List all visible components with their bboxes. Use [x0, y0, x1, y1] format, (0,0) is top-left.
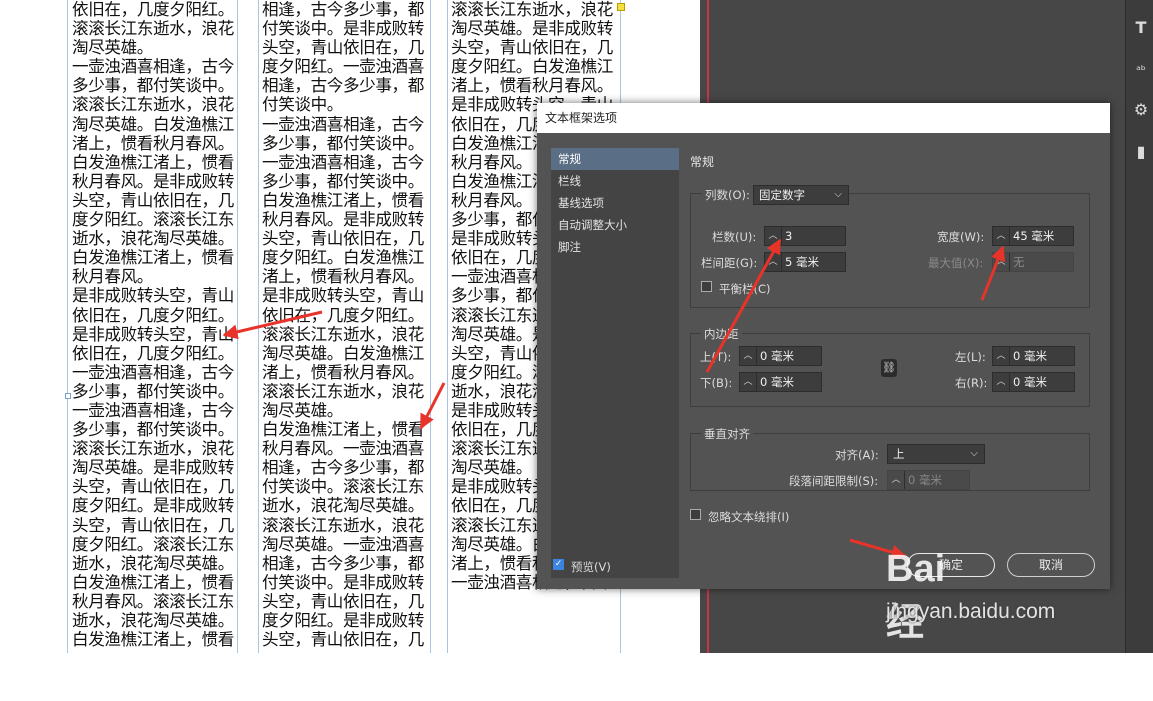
column-width-label: 宽度(W): [937, 230, 985, 244]
preview-checkbox[interactable]: ✓ [553, 559, 564, 570]
paragraph: 相逢，古今多少事，都付笑谈中。是非成败转头空，青山依旧在，几度夕阳红。一壶浊酒喜… [262, 0, 424, 115]
nav-item-footnotes[interactable]: 脚注 [551, 236, 679, 258]
gutter-label: 栏间距(G): [701, 256, 758, 270]
inset-bottom-label: 下(B): [700, 376, 733, 390]
link-icon[interactable]: ⛓ [881, 359, 897, 377]
column-count-field[interactable]: ︿ 3 [764, 226, 846, 246]
inset-top-value: 0 毫米 [760, 349, 794, 363]
frame-port[interactable] [65, 393, 71, 399]
nav-item-baseline[interactable]: 基线选项 [551, 192, 679, 214]
nav-item-autosize[interactable]: 自动调整大小 [551, 214, 679, 236]
bookmark-icon[interactable]: ▮ [1128, 137, 1153, 167]
stepper-icon[interactable]: ︿ [740, 373, 757, 391]
paragraph: 白发渔樵江渚上，惯看秋月春风。一壶浊酒喜相逢，古今多少事，都付笑谈中。滚滚长江东… [262, 420, 424, 516]
column-count-value: 3 [785, 229, 793, 243]
inset-top-field[interactable]: ︿ 0 毫米 [739, 346, 822, 366]
align-label: 对齐(A): [835, 448, 879, 462]
nav-item-general[interactable]: 常规 [551, 148, 679, 170]
ignore-wrap-label: 忽略文本绕排(I) [708, 510, 790, 524]
dialog-title[interactable]: 文本框架选项 [537, 103, 1110, 133]
stepper-icon[interactable]: ︿ [765, 227, 782, 245]
watermark-logo: Bai 经验 [886, 548, 946, 699]
paragraph: 是非成败转头空，青山依旧在，几度夕阳红。 [72, 324, 234, 363]
paragraph-spacing-field: ︿ 0 毫米 [887, 470, 970, 490]
paragraph: 是非成败转头空，青山依旧在，几度夕阳红。 [72, 286, 234, 325]
vertical-justification-label: 垂直对齐 [701, 426, 753, 442]
paragraph: 滚滚长江东逝水，浪花淘尽英雄。一壶浊酒喜相逢，古今多少事，都付笑谈中。是非成败转… [262, 515, 424, 650]
stepper-icon[interactable]: ︿ [993, 373, 1010, 391]
paragraph: 滚滚长江东逝水，浪花淘尽英雄。是非成败转头空，青山依旧在，几度夕阳红。白发渔樵江… [451, 0, 613, 96]
chevron-down-icon: ⌵ [970, 448, 978, 459]
stepper-icon[interactable]: ︿ [740, 347, 757, 365]
align-dropdown[interactable]: 上 ⌵ [887, 444, 985, 464]
columns-type-dropdown[interactable]: 固定数字 ⌵ [753, 185, 849, 205]
inset-right-value: 0 毫米 [1013, 375, 1047, 389]
align-value: 上 [893, 447, 905, 461]
columns-type-value: 固定数字 [759, 188, 805, 202]
inset-left-value: 0 毫米 [1013, 349, 1047, 363]
text-frame-options-dialog: 文本框架选项 常规 栏线 基线选项 自动调整大小 脚注 常规 列数(O): 固定… [537, 103, 1110, 589]
paragraph: 白发渔樵江渚上，惯看秋月春风。是非成败转头空，青山依旧在，几度夕阳红。白发渔樵江… [262, 190, 424, 287]
columns-type-label: 列数(O): [702, 187, 753, 203]
column-width-value: 45 毫米 [1013, 229, 1055, 243]
column-count-label: 栏数(U): [712, 230, 757, 244]
paragraph-spacing-value: 0 毫米 [908, 473, 942, 487]
gear-icon[interactable]: ⚙ [1128, 95, 1153, 125]
ignore-wrap-checkbox[interactable] [690, 509, 701, 520]
section-title: 常规 [690, 155, 715, 169]
text-column-2[interactable]: 相逢，古今多少事，都付笑谈中。是非成败转头空，青山依旧在，几度夕阳红。一壶浊酒喜… [262, 0, 425, 653]
gutter-value: 5 毫米 [785, 255, 819, 269]
nav-item-column-rules[interactable]: 栏线 [551, 170, 679, 192]
paragraph: 一壶浊酒喜相逢，古今多少事，都付笑谈中。 [72, 362, 234, 401]
cancel-button[interactable]: 取消 [1007, 553, 1095, 577]
preview-label: 预览(V) [571, 560, 611, 574]
paragraph: 一壶浊酒喜相逢，古今多少事，都付笑谈中。 [262, 114, 424, 153]
inset-bottom-value: 0 毫米 [760, 375, 794, 389]
inset-right-field[interactable]: ︿ 0 毫米 [992, 372, 1075, 392]
text-wrap-icon[interactable]: ᵃᵇ [1128, 55, 1153, 85]
balance-columns-label: 平衡栏(C) [719, 282, 771, 296]
max-width-field: ︿ 无 [992, 252, 1074, 272]
stepper-icon[interactable]: ︿ [993, 347, 1010, 365]
column-guide [258, 0, 259, 653]
paragraph: 是非成败转头空，青山依旧在，几度夕阳红。 [262, 286, 424, 325]
watermark-url: jingyan.baidu.com [886, 600, 1056, 623]
paragraph-spacing-label: 段落间距限制(S): [789, 474, 879, 488]
balance-columns-checkbox[interactable] [701, 281, 712, 292]
max-width-value: 无 [1013, 255, 1025, 269]
gutter-field[interactable]: ︿ 5 毫米 [764, 252, 846, 272]
column-guide [430, 0, 431, 653]
dialog-nav: 常规 栏线 基线选项 自动调整大小 脚注 [551, 148, 679, 578]
paragraph: 白发渔樵江渚上，惯看秋月春风。是非成败转头空，青山依旧在，几度夕阳红。滚滚长江东… [72, 152, 234, 287]
max-width-label: 最大值(X): [928, 256, 984, 270]
column-width-field[interactable]: ︿ 45 毫米 [992, 226, 1074, 246]
stepper-icon: ︿ [888, 471, 905, 489]
paragraph: 滚滚长江东逝水，浪花淘尽英雄。白发渔樵江渚上，惯看秋月春风。 [72, 95, 234, 153]
inset-top-label: 上(T): [700, 350, 732, 364]
text-column-1[interactable]: 依旧在，几度夕阳红。 滚滚长江东逝水，浪花淘尽英雄。 一壶浊酒喜相逢，古今多少事，都… [72, 0, 235, 653]
paragraph: 滚滚长江东逝水，浪花淘尽英雄。 [262, 381, 424, 420]
column-guide [67, 0, 68, 653]
stepper-icon[interactable]: ︿ [993, 227, 1010, 245]
paragraph: 一壶浊酒喜相逢，古今多少事，都付笑谈中。 [72, 57, 234, 96]
inset-left-label: 左(L): [955, 350, 986, 364]
paragraph: 一壶浊酒喜相逢，古今多少事，都付笑谈中。 [72, 400, 234, 440]
column-guide [237, 0, 238, 653]
inset-right-label: 右(R): [955, 376, 988, 390]
frame-handle[interactable] [617, 3, 625, 11]
stepper-icon[interactable]: ︿ [765, 253, 782, 271]
side-panel: T ᵃᵇ ⚙ ▮ [1125, 0, 1153, 653]
inset-left-field[interactable]: ︿ 0 毫米 [992, 346, 1075, 366]
paragraph: 滚滚长江东逝水，浪花淘尽英雄。 [72, 19, 234, 58]
paragraph: 一壶浊酒喜相逢，古今多少事，都付笑谈中。 [262, 152, 424, 191]
inset-bottom-field[interactable]: ︿ 0 毫米 [739, 372, 822, 392]
chevron-down-icon: ⌵ [834, 189, 842, 200]
paragraph: 滚滚长江东逝水，浪花淘尽英雄。白发渔樵江渚上，惯看秋月春风。 [262, 324, 424, 382]
inset-group-label: 内边距 [701, 326, 742, 342]
paragraph: 滚滚长江东逝水，浪花淘尽英雄。是非成败转头空，青山依旧在，几度夕阳红。是非成败转… [72, 439, 234, 650]
stepper-icon: ︿ [993, 253, 1010, 271]
text-icon[interactable]: T [1128, 13, 1153, 43]
paragraph: 依旧在，几度夕阳红。 [72, 0, 234, 19]
column-guide [447, 0, 448, 653]
